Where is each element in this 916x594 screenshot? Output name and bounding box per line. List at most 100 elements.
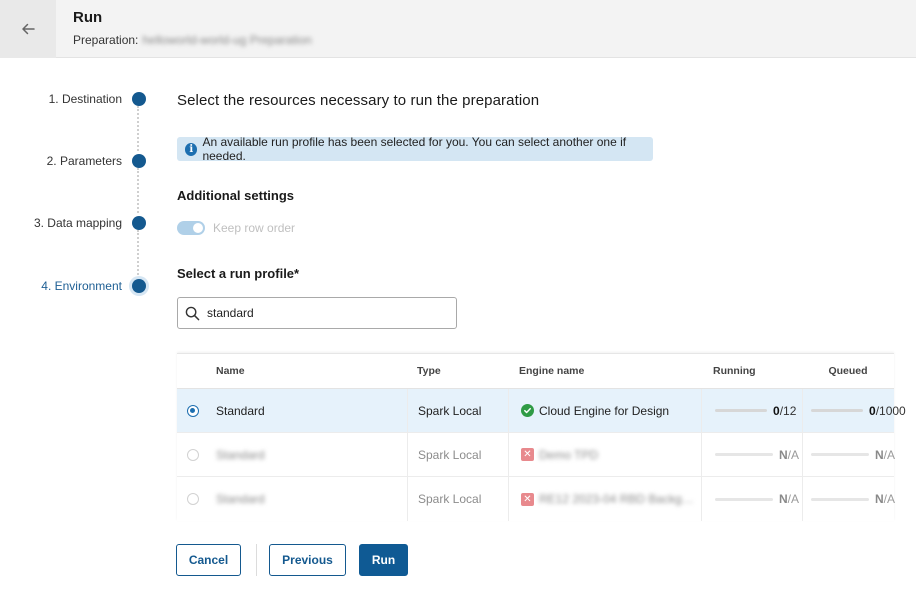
column-header-engine[interactable]: Engine name bbox=[508, 354, 701, 388]
queued-current: N bbox=[875, 447, 884, 462]
step-dot-icon bbox=[132, 92, 146, 106]
column-header-name[interactable]: Name bbox=[206, 354, 407, 388]
preparation-subtitle: Preparation: helloworld-world-ug Prepara… bbox=[73, 33, 312, 47]
keep-row-order-toggle[interactable] bbox=[177, 221, 205, 235]
table-row: Standard Spark Local ✕ RE12 2023-04 RBD … bbox=[177, 477, 895, 521]
queued-ratio: N/A bbox=[875, 448, 895, 462]
profile-type: Spark Local bbox=[407, 389, 508, 432]
run-profile-search[interactable] bbox=[177, 297, 457, 329]
profile-name-text: Standard bbox=[216, 447, 265, 462]
running-progress-bar bbox=[715, 409, 767, 412]
running-max: /12 bbox=[779, 403, 797, 418]
running-ratio: 0/12 bbox=[773, 404, 796, 418]
engine-name: Demo TPD bbox=[539, 447, 599, 462]
running-cell: N/A bbox=[701, 433, 802, 476]
engine-cell: Cloud Engine for Design bbox=[508, 389, 701, 432]
step-connector bbox=[137, 230, 139, 275]
check-circle-icon bbox=[521, 404, 534, 417]
info-message: An available run profile has been select… bbox=[202, 135, 627, 163]
queued-cell: 0/1000 bbox=[802, 389, 906, 432]
running-current: N bbox=[779, 492, 788, 506]
table-header: Name Type Engine name Running Queued bbox=[177, 354, 894, 389]
running-cell: 0/12 bbox=[701, 389, 802, 432]
page-header: Run Preparation: helloworld-world-ug Pre… bbox=[0, 0, 916, 58]
run-profile-heading: Select a run profile* bbox=[177, 266, 300, 281]
profile-name: Standard bbox=[216, 403, 265, 418]
step-parameters[interactable]: 2. Parameters bbox=[47, 150, 146, 172]
running-max: /A bbox=[787, 492, 800, 506]
queued-cell: N/A bbox=[802, 433, 895, 476]
step-label: 2. Parameters bbox=[46, 154, 122, 168]
profile-type: Spark Local bbox=[407, 477, 508, 521]
error-x-icon: ✕ bbox=[521, 448, 534, 461]
search-input[interactable] bbox=[207, 306, 447, 320]
row-select-cell bbox=[177, 389, 206, 432]
keep-row-order-label: Keep row order bbox=[213, 221, 296, 235]
cancel-button[interactable]: Cancel bbox=[176, 544, 241, 576]
queued-progress-bar bbox=[811, 453, 869, 456]
keep-row-order-toggle-row: Keep row order bbox=[177, 221, 295, 235]
queued-max: /A bbox=[883, 447, 896, 462]
step-environment[interactable]: 4. Environment bbox=[41, 275, 146, 297]
running-ratio: N/A bbox=[779, 448, 799, 462]
row-radio bbox=[186, 493, 199, 505]
queued-progress-bar bbox=[811, 497, 869, 501]
error-x-icon: ✕ bbox=[521, 492, 534, 506]
running-ratio: N/A bbox=[779, 492, 799, 506]
engine-cell: ✕ Demo TPD bbox=[508, 433, 701, 476]
preparation-name: helloworld-world-ug Preparation bbox=[142, 33, 312, 47]
table-row[interactable]: Standard Spark Local Cloud Engine for De… bbox=[177, 389, 906, 433]
step-connector bbox=[137, 106, 139, 151]
running-progress-bar bbox=[715, 453, 773, 456]
section-title: Select the resources necessary to run th… bbox=[177, 92, 540, 109]
step-label: 1. Destination bbox=[48, 92, 122, 106]
running-current: N bbox=[779, 447, 788, 462]
column-header-type[interactable]: Type bbox=[407, 354, 508, 388]
running-current: 0 bbox=[773, 403, 780, 418]
queued-ratio: N/A bbox=[875, 492, 895, 506]
page-title: Run bbox=[73, 9, 103, 26]
run-button[interactable]: Run bbox=[359, 544, 408, 576]
running-max: /A bbox=[787, 447, 800, 462]
header-select bbox=[177, 354, 206, 388]
queued-max: /1000 bbox=[875, 403, 906, 418]
engine-name: Cloud Engine for Design bbox=[539, 403, 670, 418]
step-destination[interactable]: 1. Destination bbox=[49, 88, 146, 110]
step-dot-icon bbox=[132, 154, 146, 168]
step-data-mapping[interactable]: 3. Data mapping bbox=[34, 212, 146, 234]
step-label: 3. Data mapping bbox=[33, 216, 122, 230]
search-icon bbox=[185, 306, 200, 320]
engine-cell: ✕ RE12 2023-04 RBD Backg… bbox=[508, 477, 701, 521]
back-button[interactable] bbox=[0, 0, 56, 58]
step-label: 4. Environment bbox=[41, 279, 122, 293]
info-icon: i bbox=[185, 142, 198, 156]
queued-current: N bbox=[875, 492, 884, 506]
queued-progress-bar bbox=[811, 409, 863, 412]
row-select-cell bbox=[177, 477, 206, 521]
row-radio bbox=[186, 448, 199, 461]
run-profile-table: Name Type Engine name Running Queued Sta… bbox=[177, 353, 906, 521]
subtitle-label: Preparation: bbox=[73, 33, 139, 47]
column-header-running[interactable]: Running bbox=[701, 354, 802, 388]
profile-name: Standard bbox=[206, 433, 407, 476]
engine-name: RE12 2023-04 RBD Backg… bbox=[539, 492, 694, 506]
arrow-left-icon bbox=[22, 23, 35, 35]
additional-settings-heading: Additional settings bbox=[177, 188, 294, 203]
row-select-cell bbox=[177, 433, 206, 476]
queued-cell: N/A bbox=[802, 477, 895, 521]
step-connector bbox=[137, 168, 139, 213]
column-header-queued[interactable]: Queued bbox=[802, 354, 894, 388]
previous-button[interactable]: Previous bbox=[269, 544, 346, 576]
button-divider bbox=[256, 544, 257, 576]
running-progress-bar bbox=[715, 497, 773, 501]
queued-max: /A bbox=[883, 492, 896, 506]
profile-type: Spark Local bbox=[407, 433, 508, 476]
step-dot-icon bbox=[132, 279, 146, 293]
step-dot-icon bbox=[132, 216, 146, 230]
queued-current: 0 bbox=[869, 403, 876, 418]
profile-name: Standard bbox=[206, 477, 407, 521]
running-cell: N/A bbox=[701, 477, 802, 521]
wizard-stepper: 1. Destination 2. Parameters 3. Data map… bbox=[0, 88, 160, 308]
row-radio[interactable] bbox=[186, 404, 199, 417]
profile-name-text: Standard bbox=[216, 492, 265, 506]
